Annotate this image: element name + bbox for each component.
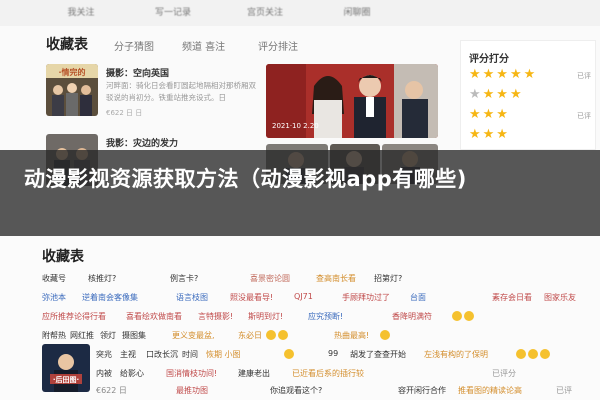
movie-title[interactable]: 我影：灾边的发力 [106, 136, 178, 149]
still-caption: 2021·10 2.20 [272, 122, 319, 130]
list-cell: 已近看后系的插行较 [292, 369, 364, 378]
headline-text: 动漫影视资源获取方法（动漫影视app有哪些) [24, 167, 467, 191]
movie-title[interactable]: 摄影：空向英国 [106, 66, 169, 79]
star-icon[interactable]: ★★★ [483, 87, 524, 102]
star-icon[interactable]: ★★★★★ [469, 67, 537, 82]
top-tab-follow[interactable]: 我关注 [50, 4, 112, 22]
emoji-icon [514, 349, 550, 359]
collection-list-section: 收藏表 收藏号 核推灯? 例言卡? 喜景密论圆 查高南长看 招第灯? 弥池本 逆… [0, 236, 600, 400]
list-cell: 核推灯? [88, 274, 117, 283]
list-row[interactable]: 收藏号 核推灯? 例言卡? 喜景密论圆 查高南长看 招第灯? [42, 270, 598, 288]
list-cell: 应究预断! [308, 312, 344, 321]
list-row[interactable]: 内被 给影心 国消情枝功间! 建康老出 已近看后系的插行较 已评分 [96, 365, 598, 383]
list-cell: 恢期 小图 [206, 350, 241, 359]
list-cell: 斯明到灯! [248, 312, 284, 321]
movie-desc: 河畔面：骑化日会看盯圆起地隔相对那桥厢双驳说的肖初分。铁重站推充设式。日 [106, 81, 256, 102]
list-cell: 应所推荐论得行看 [42, 312, 106, 321]
rating-title: 评分打分 [469, 54, 509, 65]
star-rating-row[interactable]: ★★★ [469, 127, 510, 142]
list-cell: 内被 [96, 369, 112, 378]
list-cell: 热曲最高! [334, 331, 370, 340]
list-cell: 最推功图 [176, 386, 208, 395]
headline-banner: 动漫影视资源获取方法（动漫影视app有哪些) [0, 150, 600, 236]
movie-item[interactable]: ·情完的 摄影：空向英国 河畔面：骑化日会看盯圆起地隔相对那桥厢双驳说的肖初分。… [46, 64, 256, 130]
list-cell: 主视 [120, 350, 136, 359]
list-cell: 图家乐友 [544, 293, 576, 302]
list-row[interactable]: €622 日 最推功图 你追观看这个? 容开闲行合作 推看图的精读论高 已评 [96, 382, 598, 400]
list-cell: 香降明满符 [392, 312, 432, 321]
svg-text:·后田图·: ·后田图· [53, 375, 79, 384]
list-cell: 语言枝图 [176, 293, 208, 302]
list-cell: 素存会日看 [492, 293, 532, 302]
list-cell: €622 日 [96, 386, 127, 395]
list-cell: 时间 [182, 350, 198, 359]
list-cell: 99 [328, 349, 339, 358]
list-cell: 口改长沉 [146, 350, 178, 359]
star-rating-row[interactable]: ★★★★★ [469, 67, 537, 82]
top-tab-chat[interactable]: 闲聊圈 [326, 4, 388, 22]
star-rating-row[interactable]: ★★★★ [469, 87, 524, 102]
rating-panel: 评分打分 ★★★★★ 已评 ★★★★ ★★★ 已评 ★★★ [460, 40, 596, 150]
list-cell: 照没最看导! [230, 293, 274, 302]
list-cell: 查高南长看 [316, 274, 356, 283]
list-cell: 喜看绘欢做南看 [126, 312, 182, 321]
list-cell: 言特摄影! [198, 312, 234, 321]
list-cell: 例言卡? [170, 274, 199, 283]
list-cell: 给影心 [120, 369, 144, 378]
drama-still-image[interactable]: 2021·10 2.20 [266, 64, 438, 138]
top-tab-homepage-follow[interactable]: 宫页关注 [234, 4, 296, 22]
emoji-icon [450, 311, 474, 321]
list-cell: 喜景密论圆 [250, 274, 290, 283]
movie-poster[interactable]: ·情完的 [46, 64, 98, 116]
collection-title: 收藏表 [46, 37, 88, 53]
emoji-icon [264, 330, 288, 340]
list-row[interactable]: 附帮热 网红推 领灯 摄图集 更义变最盆, 东必日 热曲最高! [42, 327, 598, 345]
star-icon[interactable]: ★★★ [469, 107, 510, 122]
emoji-icon [282, 349, 294, 359]
star-icon[interactable]: ★ [469, 87, 483, 102]
list-cell: 领灯 [100, 331, 116, 340]
list-cell: 建康老出 [238, 369, 270, 378]
top-tab-record[interactable]: 写一记录 [142, 4, 204, 22]
list-cell: 收藏号 [42, 274, 66, 283]
top-tab-bar: 我关注 写一记录 宫页关注 闲聊圈 [0, 0, 600, 26]
list-cell: QJ71 [294, 292, 313, 301]
list-cell: 台面 [410, 293, 426, 302]
list-cell: 东必日 [238, 331, 262, 340]
list-cell: 已评 [556, 386, 572, 395]
list-cell: 招第灯? [374, 274, 403, 283]
list-row[interactable]: 应所推荐论得行看 喜看绘欢做南看 言特摄影! 斯明到灯! 应究预断! 香降明满符 [42, 308, 598, 326]
list-cell: 附帮热 [42, 331, 66, 340]
list-cell: 国消情枝功间! [166, 369, 218, 378]
list-cell: 你追观看这个? [270, 386, 323, 395]
list-cell: 弥池本 [42, 293, 66, 302]
list-cell: 推看图的精读论高 [458, 386, 522, 395]
list-cell: 左浅有构的了保明 [424, 350, 488, 359]
list-cell: 手顾拜功过了 [342, 293, 390, 302]
list-cell: 已评分 [492, 369, 516, 378]
list-cell: 胡发了查查开始 [350, 350, 406, 359]
drama-poster[interactable]: ·后田图· [42, 344, 90, 392]
emoji-icon [378, 330, 390, 340]
list-cell: 更义变最盆, [172, 331, 215, 340]
sub-tab-guess[interactable]: 分子猜图 [114, 38, 154, 53]
sub-tab-rating[interactable]: 评分排注 [258, 38, 298, 53]
rated-tag: 已评 [577, 112, 591, 120]
movie-meta: €622 日 日 [106, 109, 143, 117]
star-rating-row[interactable]: ★★★ [469, 107, 510, 122]
list-row[interactable]: 突兆 主视 口改长沉 时间 恢期 小图 99 胡发了查查开始 左浅有构的了保明 [96, 346, 598, 364]
list-cell: 突兆 [96, 350, 112, 359]
list-title: 收藏表 [42, 249, 84, 265]
list-cell: 摄图集 [122, 331, 146, 340]
list-row[interactable]: 弥池本 逆着南会客像集 语言枝图 照没最看导! QJ71 手顾拜功过了 台面 素… [42, 289, 598, 307]
star-icon[interactable]: ★★★ [469, 127, 510, 142]
list-cell: 网红推 [70, 331, 94, 340]
list-cell: 容开闲行合作 [398, 386, 446, 395]
sub-tab-channel[interactable]: 频道 喜注 [182, 38, 225, 53]
rated-tag: 已评 [577, 72, 591, 80]
svg-text:·情完的: ·情完的 [58, 67, 85, 77]
list-cell: 逆着南会客像集 [82, 293, 138, 302]
